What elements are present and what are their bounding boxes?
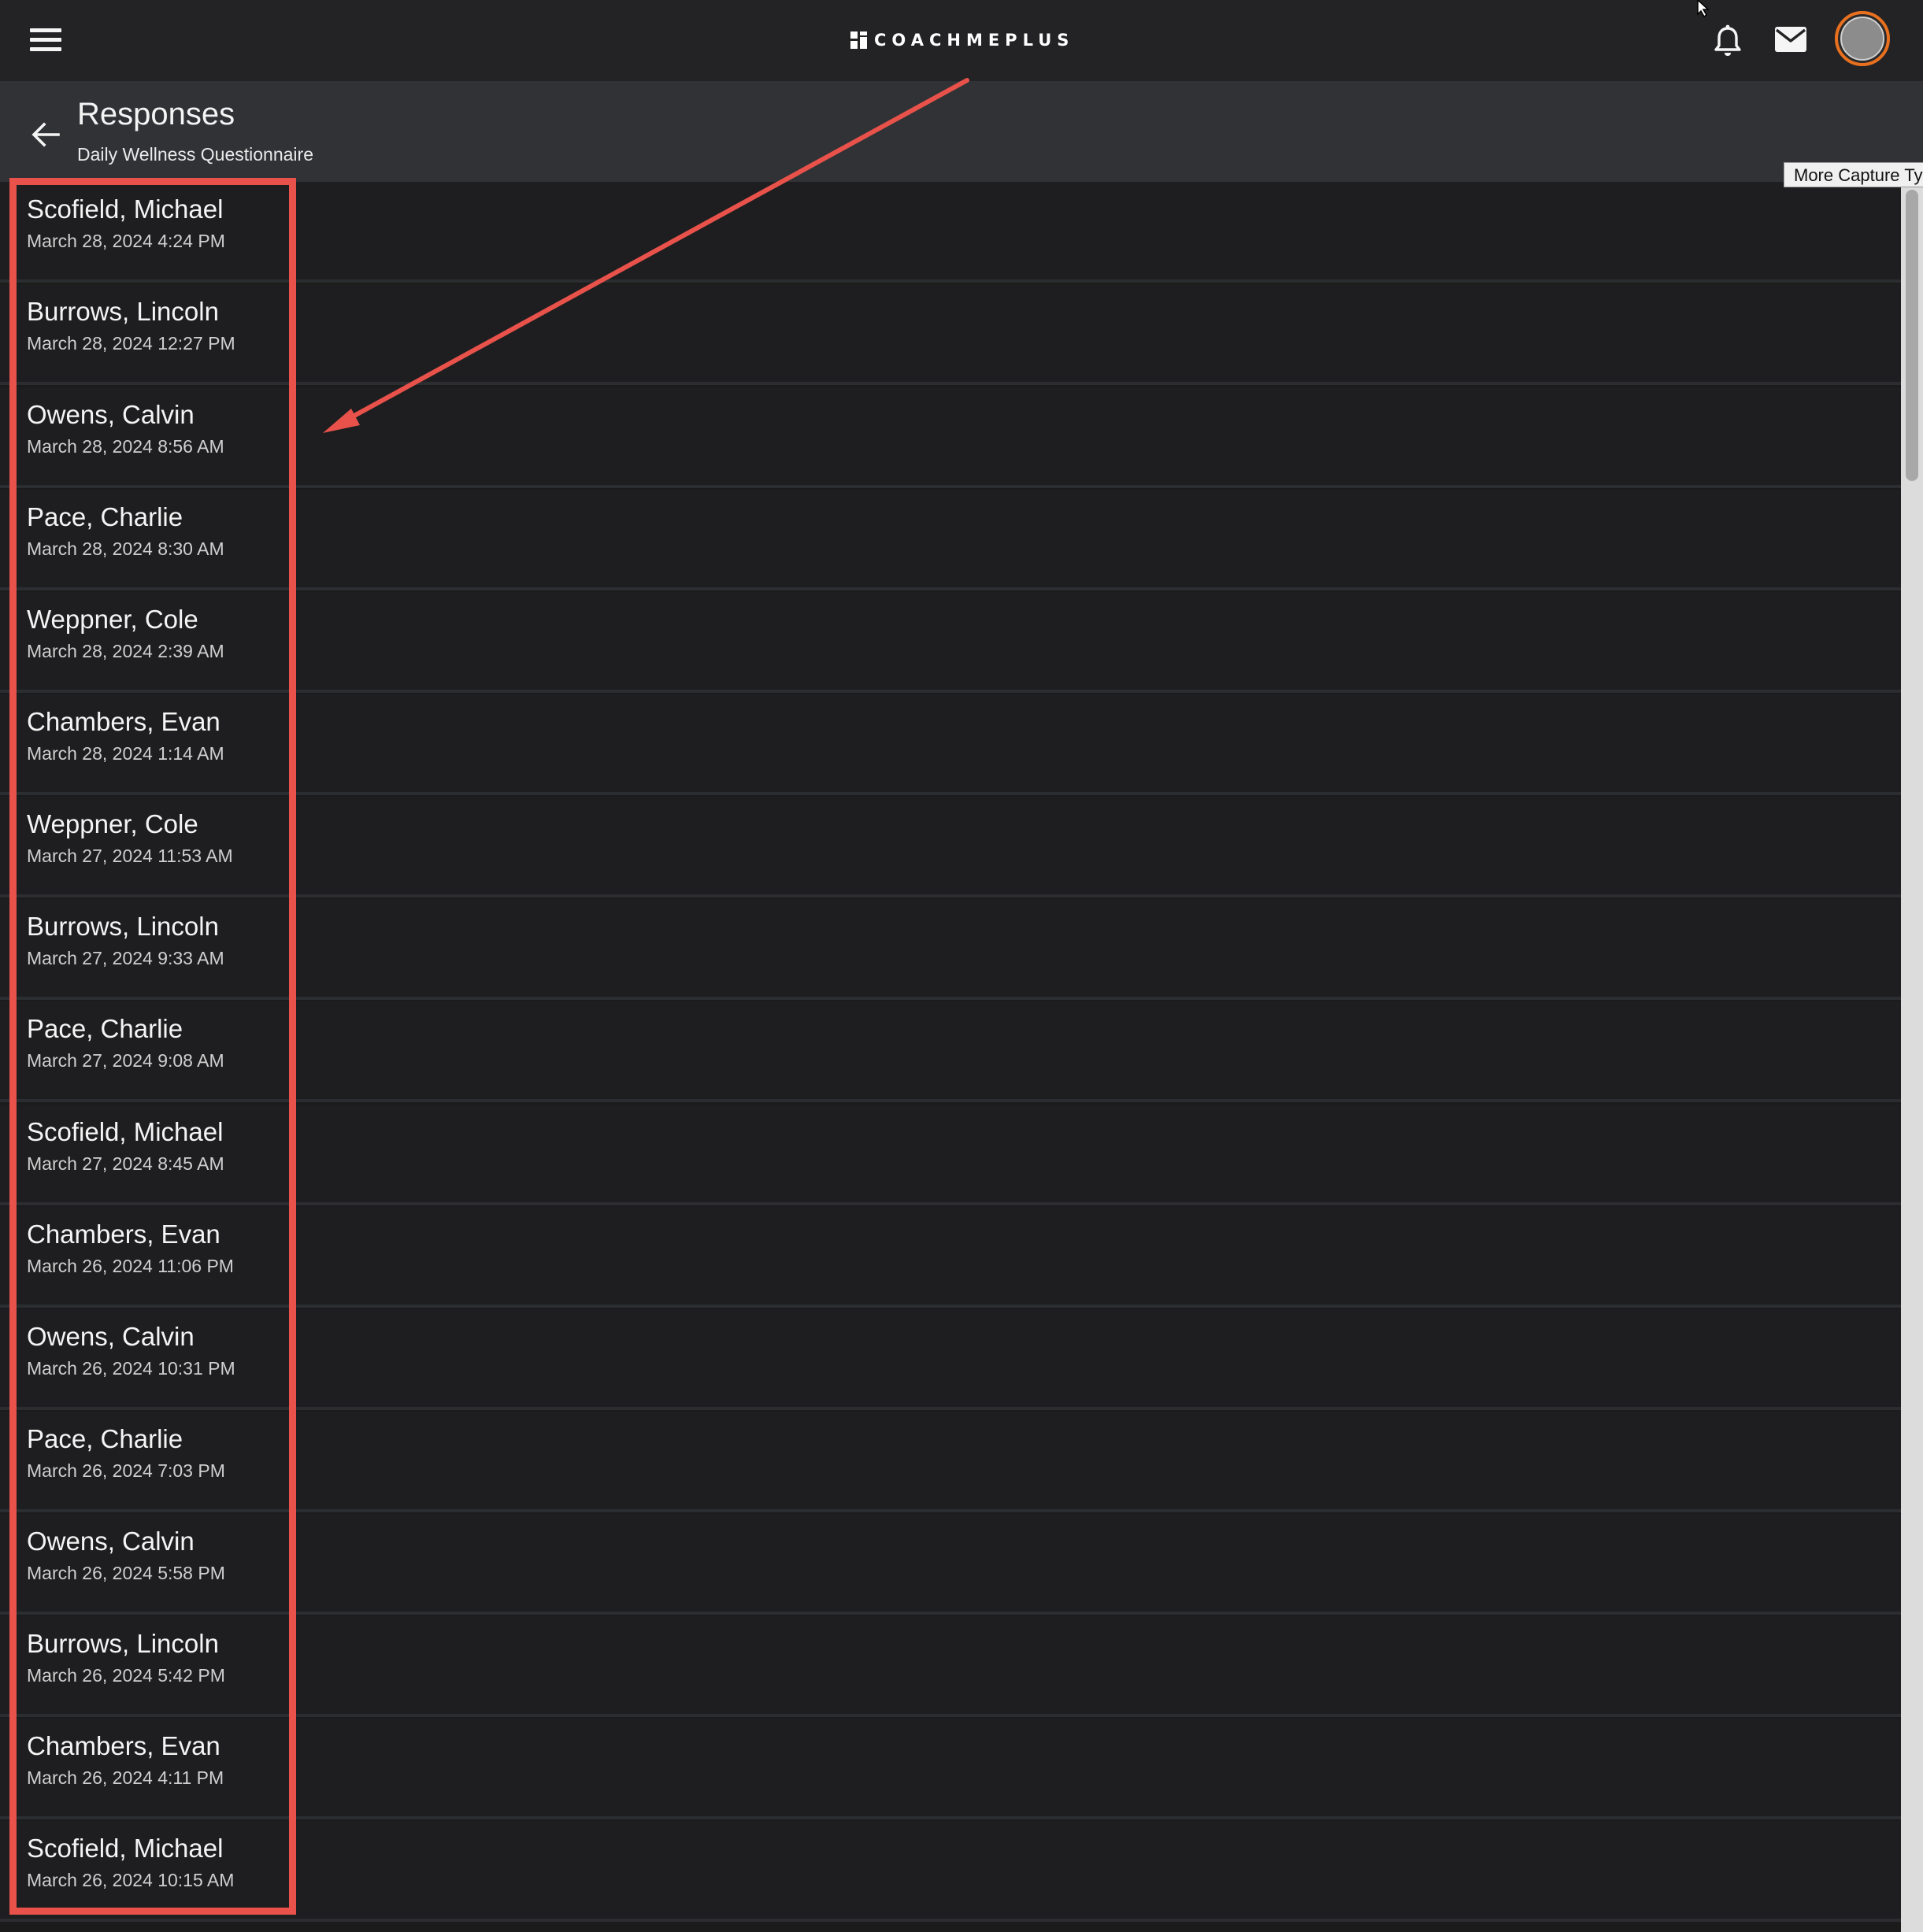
- response-timestamp: March 26, 2024 11:06 PM: [27, 1256, 234, 1276]
- response-list-item[interactable]: Chambers, Evan March 26, 2024 4:11 PM: [0, 1719, 1901, 1819]
- brand-logo[interactable]: COACHMEPLUS: [850, 28, 1074, 52]
- response-list-item[interactable]: Owens, Calvin March 26, 2024 10:31 PM: [0, 1309, 1901, 1410]
- response-list-item[interactable]: Scofield, Michael March 26, 2024 10:15 AM: [0, 1821, 1901, 1922]
- scrollbar-thumb[interactable]: [1906, 190, 1918, 481]
- page-title: Responses: [77, 97, 235, 131]
- response-timestamp: March 26, 2024 10:31 PM: [27, 1358, 235, 1379]
- response-timestamp: March 26, 2024 5:58 PM: [27, 1563, 225, 1583]
- response-list-item[interactable]: Burrows, Lincoln March 26, 2024 5:42 PM: [0, 1616, 1901, 1717]
- response-list-item[interactable]: Chambers, Evan March 28, 2024 1:14 AM: [0, 694, 1901, 795]
- response-timestamp: March 28, 2024 2:39 AM: [27, 641, 224, 661]
- arrow-left-icon[interactable]: [30, 119, 61, 150]
- respondent-name: Chambers, Evan: [27, 707, 220, 736]
- respondent-name: Pace, Charlie: [27, 502, 183, 531]
- respondent-name: Pace, Charlie: [27, 1424, 183, 1453]
- mouse-pointer-icon: [1697, 0, 1710, 17]
- envelope-icon[interactable]: [1772, 24, 1810, 55]
- responses-list: Scofield, Michael March 28, 2024 4:24 PM B…: [0, 182, 1901, 1932]
- response-timestamp: March 26, 2024 10:15 AM: [27, 1870, 235, 1890]
- tooltip: More Capture Ty: [1784, 162, 1923, 187]
- respondent-name: Chambers, Evan: [27, 1731, 220, 1760]
- brand-name: COACHMEPLUS: [874, 31, 1075, 50]
- response-timestamp: March 28, 2024 8:56 AM: [27, 436, 224, 457]
- response-timestamp: March 26, 2024 7:03 PM: [27, 1460, 225, 1481]
- response-timestamp: March 26, 2024 5:42 PM: [27, 1665, 225, 1686]
- user-avatar[interactable]: [1835, 11, 1890, 66]
- response-list-item[interactable]: Chambers, Evan March 26, 2024 11:06 PM: [0, 1207, 1901, 1308]
- response-timestamp: March 28, 2024 4:24 PM: [27, 231, 225, 251]
- respondent-name: Weppner, Cole: [27, 605, 198, 634]
- page-header: Responses Daily Wellness Questionnaire: [0, 81, 1923, 182]
- response-list-item[interactable]: Weppner, Cole March 27, 2024 11:53 AM: [0, 797, 1901, 898]
- response-timestamp: March 27, 2024 9:33 AM: [27, 948, 224, 968]
- response-list-item[interactable]: Burrows, Lincoln March 28, 2024 12:27 PM: [0, 284, 1901, 385]
- respondent-name: Scofield, Michael: [27, 194, 224, 224]
- response-timestamp: March 28, 2024 1:14 AM: [27, 743, 224, 764]
- response-list-item[interactable]: Owens, Calvin March 28, 2024 8:56 AM: [0, 387, 1901, 488]
- scrollbar[interactable]: [1901, 182, 1923, 1932]
- response-list-item[interactable]: Weppner, Cole March 28, 2024 2:39 AM: [0, 592, 1901, 693]
- response-timestamp: March 28, 2024 8:30 AM: [27, 539, 224, 559]
- response-list-item[interactable]: Scofield, Michael March 27, 2024 8:45 AM: [0, 1105, 1901, 1205]
- brand-logo-mark: [850, 31, 868, 49]
- respondent-name: Owens, Calvin: [27, 1322, 195, 1351]
- response-list-item[interactable]: Owens, Calvin March 26, 2024 5:58 PM: [0, 1514, 1901, 1615]
- respondent-name: Burrows, Lincoln: [27, 912, 219, 941]
- respondent-name: Burrows, Lincoln: [27, 1629, 219, 1658]
- app-screen: COACHMEPLUS Responses Daily Wellness Que…: [0, 0, 1923, 1932]
- response-list-item[interactable]: Pace, Charlie March 28, 2024 8:30 AM: [0, 490, 1901, 590]
- respondent-name: Scofield, Michael: [27, 1834, 224, 1863]
- respondent-name: Owens, Calvin: [27, 1527, 195, 1556]
- respondent-name: Scofield, Michael: [27, 1117, 224, 1146]
- respondent-name: Weppner, Cole: [27, 809, 198, 838]
- response-list-item[interactable]: Burrows, Lincoln March 27, 2024 9:33 AM: [0, 899, 1901, 1000]
- response-timestamp: March 27, 2024 8:45 AM: [27, 1153, 224, 1174]
- hamburger-menu-icon[interactable]: [30, 28, 61, 52]
- response-list-item[interactable]: Scofield, Michael March 28, 2024 4:24 PM: [0, 182, 1901, 283]
- response-timestamp: March 26, 2024 4:11 PM: [27, 1767, 224, 1788]
- response-list-item[interactable]: Pace, Charlie March 27, 2024 9:08 AM: [0, 1001, 1901, 1102]
- response-list-item[interactable]: Pace, Charlie March 26, 2024 7:03 PM: [0, 1412, 1901, 1512]
- respondent-name: Pace, Charlie: [27, 1014, 183, 1043]
- response-timestamp: March 27, 2024 9:08 AM: [27, 1050, 224, 1071]
- bell-icon[interactable]: [1710, 24, 1745, 58]
- avatar-image: [1840, 17, 1884, 61]
- respondent-name: Burrows, Lincoln: [27, 297, 219, 326]
- response-timestamp: March 28, 2024 12:27 PM: [27, 333, 235, 353]
- respondent-name: Owens, Calvin: [27, 400, 195, 429]
- response-timestamp: March 27, 2024 11:53 AM: [27, 846, 233, 866]
- page-subtitle: Daily Wellness Questionnaire: [77, 144, 313, 165]
- respondent-name: Chambers, Evan: [27, 1220, 220, 1249]
- top-app-bar: COACHMEPLUS: [0, 0, 1923, 81]
